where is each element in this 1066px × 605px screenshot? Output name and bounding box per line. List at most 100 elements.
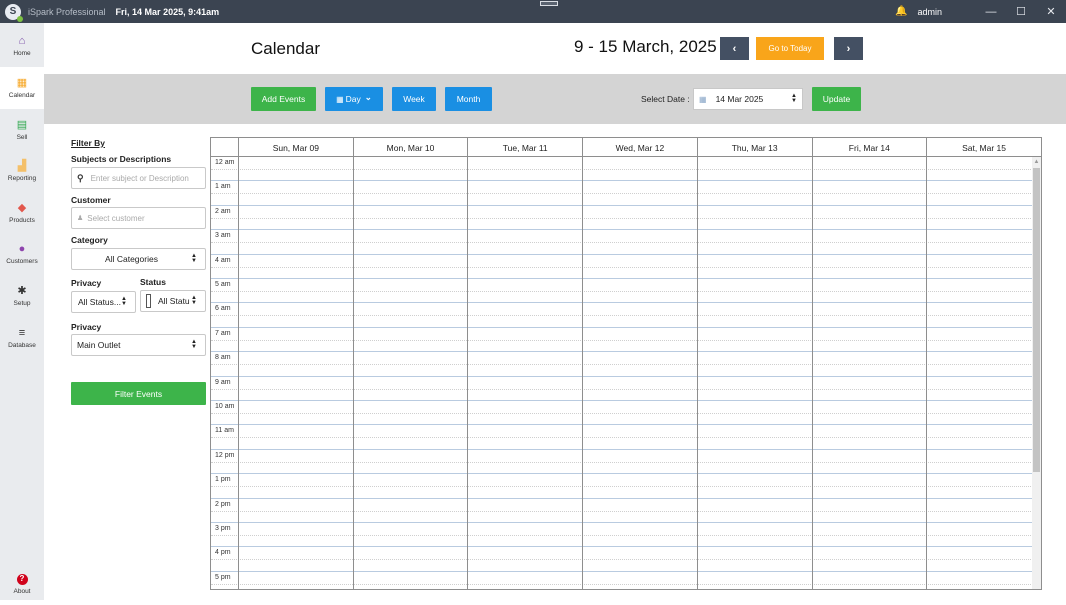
users-icon: ●: [18, 243, 26, 255]
half-hour-line: [211, 583, 1033, 585]
half-hour-line: [211, 364, 1033, 366]
calendar-body: 5 pm 4 pm 3 pm 2 pm 1 pm 12 pm 11 am 10 am 9 am 8…: [211, 157, 1041, 589]
hour-row[interactable]: 11 am: [211, 425, 1033, 450]
hour-row[interactable]: 3 pm: [211, 523, 1033, 548]
spin-down-icon[interactable]: ▼: [791, 98, 797, 104]
hour-label: 6 am: [215, 305, 231, 313]
user-name[interactable]: admin: [917, 7, 942, 17]
current-datetime: Fri, 14 Mar 2025, 9:41am: [115, 6, 220, 17]
day-column-divider: [467, 157, 469, 589]
home-icon: ⌂: [18, 35, 26, 47]
day-header[interactable]: Sat, Mar 15: [926, 138, 1041, 157]
sidebar-item-sell[interactable]: ▤ Sell: [0, 109, 44, 151]
category-label: Category: [71, 235, 108, 245]
hour-row[interactable]: 6 am: [211, 303, 1033, 328]
hour-row[interactable]: 1 am: [211, 181, 1033, 206]
hour-row[interactable]: 8 am: [211, 352, 1033, 377]
database-icon: ≡: [18, 327, 26, 339]
sidebar-item-customers[interactable]: ● Customers: [0, 233, 44, 275]
week-view-button[interactable]: Week: [392, 87, 436, 111]
subject-placeholder: Enter subject or Description: [90, 173, 189, 183]
hour-row[interactable]: 2 pm: [211, 499, 1033, 523]
date-value: 14 Mar 2025: [715, 94, 764, 104]
hour-label: 1 pm: [215, 476, 231, 484]
drag-handle[interactable]: [540, 1, 558, 6]
half-hour-line: [211, 193, 1033, 195]
date-spinner[interactable]: ▲ ▼: [791, 93, 797, 104]
day-column-divider: [811, 157, 813, 589]
subject-search-input[interactable]: ⚲ Enter subject or Description: [71, 167, 206, 189]
select-date-input[interactable]: ▦ 14 Mar 2025 ▲ ▼: [693, 88, 803, 110]
sidebar-item-label: Customers: [6, 258, 38, 265]
outlet-select[interactable]: Main Outlet ▲ ▼: [71, 334, 206, 356]
privacy-label: Privacy: [71, 278, 102, 288]
month-view-button[interactable]: Month: [445, 87, 492, 111]
sidebar-item-products[interactable]: ◆ Products: [0, 192, 44, 234]
user-icon: ♟: [77, 215, 84, 222]
hour-row[interactable]: 12 am: [211, 157, 1033, 182]
previous-week-button[interactable]: ‹: [720, 37, 749, 60]
close-button[interactable]: ✕: [1036, 5, 1066, 18]
next-week-button[interactable]: ›: [834, 37, 863, 60]
hour-row[interactable]: 12 pm: [211, 450, 1033, 475]
scroll-thumb[interactable]: [1033, 168, 1040, 472]
status-swatch-icon: [146, 294, 151, 308]
customer-select-input[interactable]: ♟ Select customer: [71, 207, 206, 229]
sidebar-item-label: Sell: [16, 134, 28, 141]
hour-row[interactable]: 7 am: [211, 328, 1033, 353]
sidebar: ⌂ Home ▦ Calendar ▤ Sell ▟ Reporting ◆ P…: [0, 23, 44, 600]
hour-label: 4 pm: [215, 549, 231, 557]
notification-bell-icon[interactable]: 🔔: [895, 6, 907, 17]
day-column-divider: [352, 157, 354, 589]
category-select[interactable]: All Categories ▲ ▼: [71, 248, 206, 270]
tags-icon: ◆: [17, 202, 27, 214]
go-to-today-button[interactable]: Go to Today: [756, 37, 824, 60]
day-view-dropdown[interactable]: ▦ Day ⌄: [325, 87, 383, 111]
minimize-button[interactable]: —: [976, 6, 1006, 18]
sidebar-item-database[interactable]: ≡ Database: [0, 317, 44, 359]
privacy-select[interactable]: All Status... ▲ ▼: [71, 291, 136, 313]
sidebar-item-setup[interactable]: ✱ Setup: [0, 275, 44, 317]
day-header[interactable]: Sun, Mar 09: [238, 138, 353, 157]
hour-row[interactable]: 10 am: [211, 401, 1033, 426]
hour-row[interactable]: 1 pm: [211, 474, 1033, 499]
category-value: All Categories: [105, 254, 158, 264]
hour-row[interactable]: 2 am: [211, 206, 1033, 231]
day-header[interactable]: Thu, Mar 13: [696, 138, 812, 157]
day-header[interactable]: Wed, Mar 12: [582, 138, 697, 157]
status-select[interactable]: All Statu ▲ ▼: [140, 290, 206, 312]
hour-row[interactable]: 5 am: [211, 279, 1033, 304]
scroll-up-icon[interactable]: ▲: [1032, 158, 1041, 167]
day-header[interactable]: Mon, Mar 10: [352, 138, 468, 157]
sidebar-item-label: Calendar: [8, 92, 36, 99]
filter-heading: Filter By: [71, 138, 106, 148]
update-button[interactable]: Update: [812, 87, 861, 111]
day-header[interactable]: Fri, Mar 14: [811, 138, 927, 157]
sidebar-item-reporting[interactable]: ▟ Reporting: [0, 150, 44, 192]
hour-row[interactable]: 9 am: [211, 377, 1033, 401]
hour-row[interactable]: 4 pm: [211, 547, 1033, 572]
cash-register-icon: ▤: [16, 119, 28, 131]
status-value: All Statu: [158, 296, 190, 306]
day-header[interactable]: Tue, Mar 11: [467, 138, 582, 157]
chevron-left-icon: ‹: [732, 42, 737, 55]
filter-events-button[interactable]: Filter Events: [71, 382, 206, 405]
hour-label: 10 am: [215, 403, 235, 410]
calendar-scrollbar[interactable]: ▲: [1032, 157, 1041, 589]
hour-row[interactable]: 4 am: [211, 255, 1033, 279]
sidebar-item-home[interactable]: ⌂ Home: [0, 25, 44, 67]
hour-label: 8 am: [215, 354, 231, 362]
day-view-label: Day: [345, 94, 361, 104]
day-column-divider: [238, 157, 239, 589]
sidebar-item-about[interactable]: ? About: [0, 563, 44, 605]
sidebar-item-calendar[interactable]: ▦ Calendar: [0, 67, 44, 109]
hour-label: 2 am: [215, 207, 231, 215]
date-range-title: 9 - 15 March, 2025: [574, 37, 717, 56]
add-events-button[interactable]: Add Events: [251, 87, 316, 111]
hour-label: 12 am: [215, 159, 235, 166]
hour-row[interactable]: 3 am: [211, 230, 1033, 255]
hour-row[interactable]: 5 pm: [211, 572, 1033, 589]
status-label: Status: [140, 277, 166, 287]
day-column-divider: [696, 157, 698, 589]
maximize-button[interactable]: ☐: [1006, 5, 1036, 18]
